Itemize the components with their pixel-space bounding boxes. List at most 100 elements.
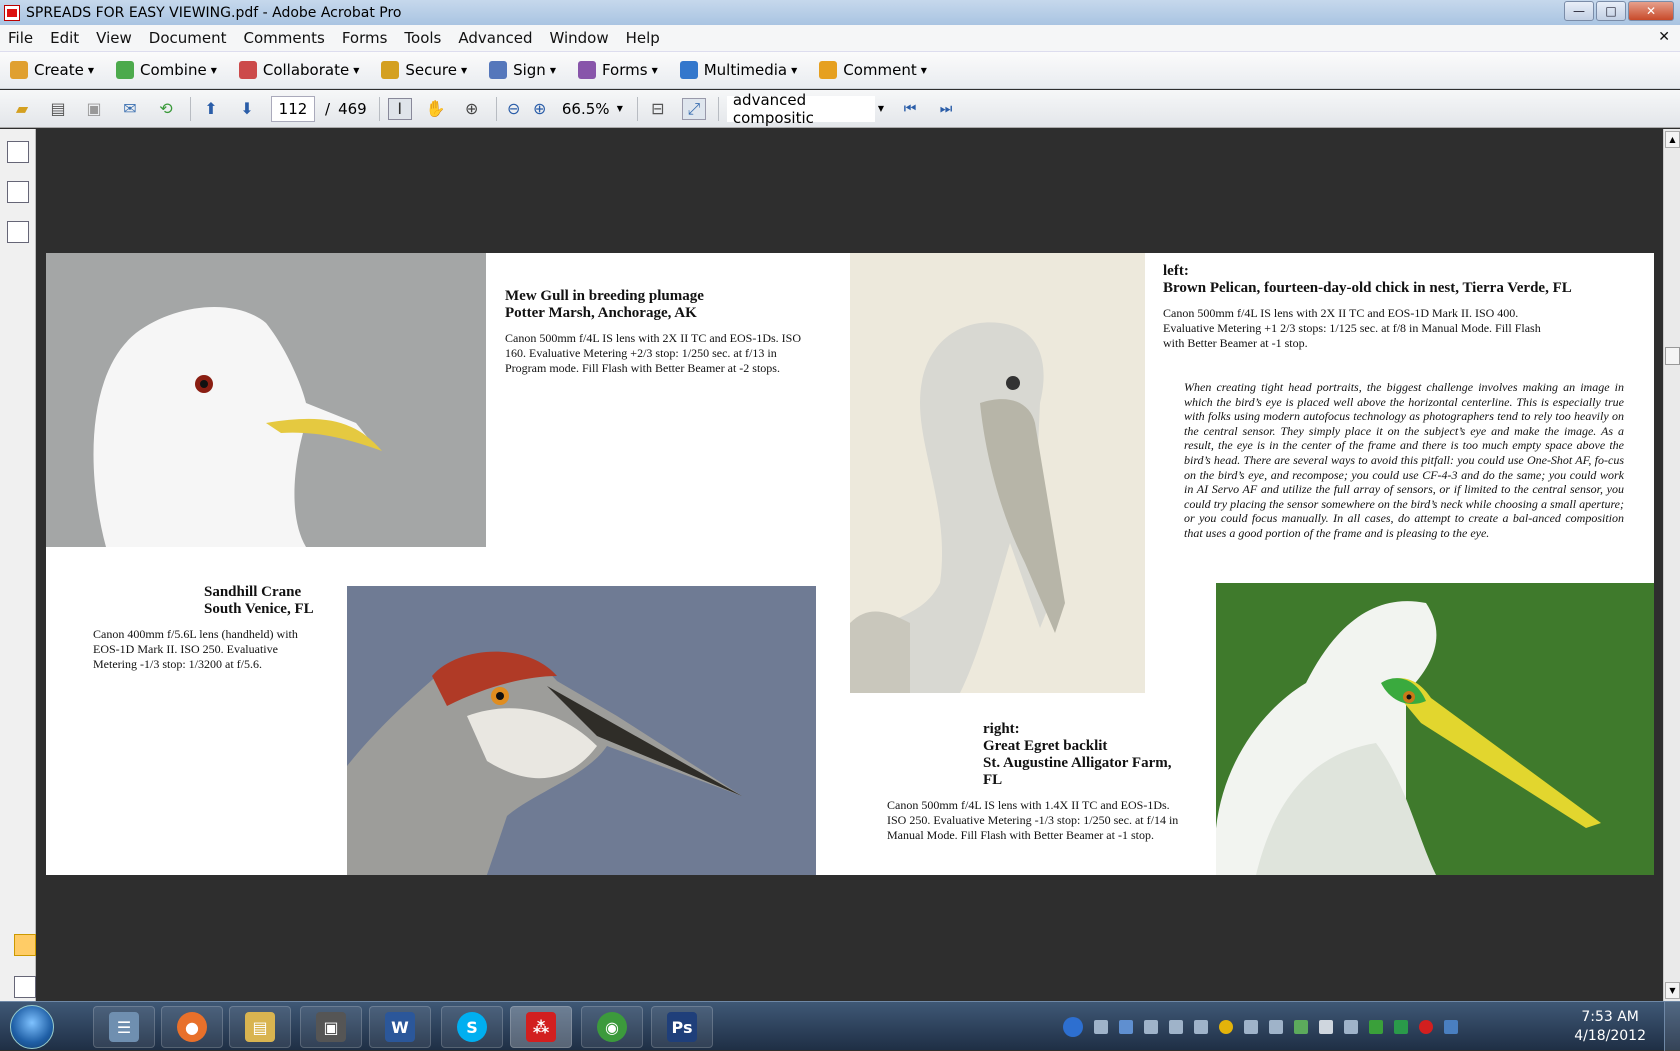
pelican-details: Canon 500mm f/4L IS lens with 2X II TC a… [1163,306,1541,350]
scroll-down-icon[interactable]: ▼ [1665,982,1680,999]
share-icon[interactable]: ⟲ [154,98,178,120]
chevron-down-icon: ▼ [791,65,798,75]
page-separator: / [325,99,331,118]
find-input[interactable]: advanced compositic [726,91,875,127]
toolbar-divider [636,96,638,121]
multimedia-button[interactable]: Multimedia ▼ [679,61,798,79]
menu-tools[interactable]: Tools [404,29,441,47]
menu-comments[interactable]: Comments [244,29,325,47]
pdf-file-icon [4,4,20,21]
collaborate-button[interactable]: Collaborate ▼ [238,61,360,79]
crane-caption: Sandhill Crane South Venice, FL Canon 40… [93,584,318,672]
clock-time: 7:53 AM [1581,1009,1639,1025]
zoom-dropdown-icon[interactable]: ▼ [617,104,623,113]
help-tray-icon[interactable] [1063,1016,1083,1037]
acrobat-app[interactable]: ⁂ [510,1006,572,1048]
camera-app[interactable]: ▣ [300,1006,362,1048]
signal-tray-icon[interactable] [1144,1019,1158,1034]
zoom-in-icon[interactable]: ⊕ [531,98,549,120]
gull-title: Mew Gull in breeding plumage [505,288,704,304]
multimedia-icon [679,61,698,79]
zoom-out-icon[interactable]: ⊖ [505,98,523,120]
find-next-icon[interactable]: ⏭ [934,98,958,120]
sync-tray-icon[interactable] [1244,1019,1258,1034]
photoshop-app[interactable]: Ps [651,1006,713,1048]
clock[interactable]: 7:53 AM 4/18/2012 [1574,1008,1646,1046]
word-app[interactable]: W [369,1006,431,1048]
menu-advanced[interactable]: Advanced [458,29,532,47]
comments-panel-icon[interactable] [14,934,36,956]
menu-file[interactable]: File [8,29,33,47]
acrobat-tray-icon[interactable] [1419,1019,1433,1034]
fit-page-icon[interactable]: ⊟ [646,98,670,120]
menu-help[interactable]: Help [626,29,660,47]
egret-caption: right: Great Egret backlit St. Augustine… [887,721,1187,843]
norton-tray-icon[interactable] [1219,1019,1233,1034]
calculator-icon: ☰ [109,1012,139,1042]
save-icon[interactable]: ▣ [82,98,106,120]
skype-app[interactable]: S [441,1006,503,1048]
zoom-level-input[interactable]: 66.5% [557,96,615,122]
page-number-input[interactable]: 112 [271,95,315,122]
explorer-app[interactable]: ▤ [229,1006,291,1048]
forms-button[interactable]: Forms ▼ [577,61,658,79]
find-previous-icon[interactable]: ⏮ [898,98,922,120]
volume-tray-icon[interactable] [1269,1019,1283,1034]
start-button[interactable] [10,1005,54,1049]
antenna-tray-icon[interactable] [1294,1019,1308,1034]
menu-edit[interactable]: Edit [50,29,79,47]
comment-button[interactable]: Comment ▼ [819,61,927,79]
menu-view[interactable]: View [96,29,132,47]
chevron-down-icon: ▼ [920,65,927,75]
secure-button[interactable]: Secure ▼ [381,61,467,79]
chevron-down-icon: ▼ [87,65,94,75]
next-page-icon[interactable]: ⬇ [235,98,259,120]
chrome-app[interactable]: ◉ [581,1006,643,1048]
minimize-button[interactable]: — [1564,1,1594,21]
pelican-prefix: left: [1163,263,1189,279]
find-dropdown-icon[interactable]: ▼ [878,104,884,113]
zoom-tool-icon[interactable]: ⊕ [460,98,484,120]
signatures-panel-icon[interactable] [7,221,29,243]
calculator-app[interactable]: ☰ [93,1006,155,1048]
previous-page-icon[interactable]: ⬆ [199,98,223,120]
print-icon[interactable]: ▤ [46,98,70,120]
fit-width-icon[interactable]: ⤢ [681,97,706,120]
maximize-button[interactable]: □ [1596,1,1626,21]
menu-window[interactable]: Window [549,29,608,47]
chevron-down-icon: ▼ [353,65,360,75]
network-tray-icon[interactable] [1094,1019,1108,1034]
firefox-app[interactable]: ● [161,1006,223,1048]
combine-button[interactable]: Combine ▼ [116,61,217,79]
display-tray-icon[interactable] [1344,1019,1358,1034]
satellite-tray-icon[interactable] [1194,1019,1208,1034]
egret-details: Canon 500mm f/4L IS lens with 1.4X II TC… [887,798,1179,842]
hand-tool-icon[interactable]: ✋ [424,98,448,120]
sign-button[interactable]: Sign ▼ [489,61,556,79]
vertical-scrollbar[interactable]: ▲ ▼ [1663,129,1680,1001]
menu-document[interactable]: Document [149,29,227,47]
scroll-thumb[interactable] [1665,347,1680,365]
attachment-icon[interactable] [14,976,36,998]
lock-icon [381,61,400,79]
show-desktop-button[interactable] [1664,1002,1680,1051]
device-tray-icon[interactable] [1169,1019,1183,1034]
forms-label: Forms [601,61,648,79]
document-close-button[interactable]: ✕ [1658,29,1670,45]
flag-tray-icon[interactable] [1319,1019,1333,1034]
bookmarks-panel-icon[interactable] [7,181,29,203]
pages-panel-icon[interactable] [7,141,29,163]
close-button[interactable]: ✕ [1628,1,1674,21]
open-folder-icon[interactable]: ▰ [10,98,34,120]
tool-tray-icon[interactable] [1444,1019,1458,1034]
chart-tray-icon[interactable] [1394,1019,1408,1034]
scroll-up-icon[interactable]: ▲ [1665,131,1680,148]
acrobat-icon: ⁂ [526,1012,556,1042]
select-cursor-icon[interactable]: I [387,97,412,120]
create-button[interactable]: Create ▼ [10,61,94,79]
mew-gull-photo [46,253,486,547]
bluetooth-tray-icon[interactable] [1119,1019,1133,1034]
menu-forms[interactable]: Forms [342,29,388,47]
power-tray-icon[interactable] [1369,1019,1383,1034]
email-icon[interactable]: ✉ [118,98,142,120]
